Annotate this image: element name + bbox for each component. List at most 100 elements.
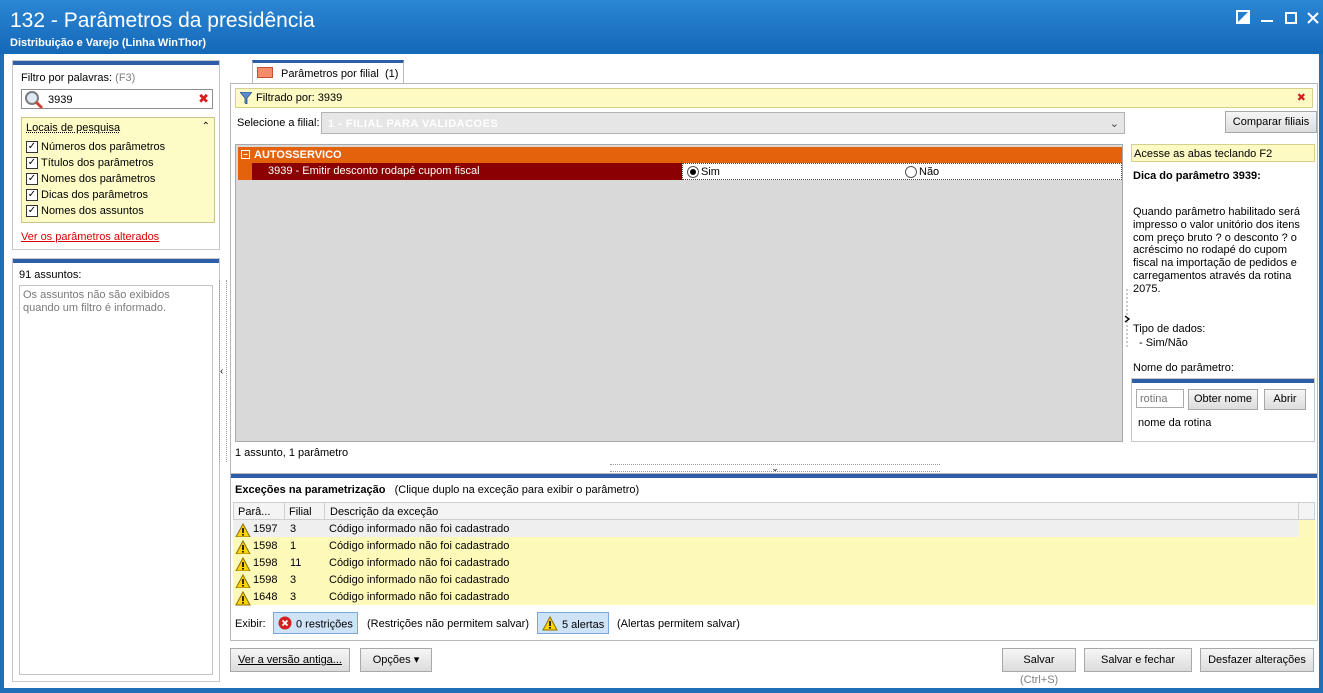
location-checkbox-item[interactable]: ✓ Números dos parâmetros xyxy=(26,140,165,154)
search-box[interactable]: ✖ xyxy=(21,89,213,109)
filial-label: Selecione a filial: xyxy=(237,117,320,129)
data-type: Tipo de dados: - Sim/Não xyxy=(1133,322,1205,350)
collapse-up-icon[interactable]: ⌃ xyxy=(202,121,210,132)
filter-panel: Filtro por palavras: (F3) ✖ Locais de pe… xyxy=(12,60,220,250)
horizontal-splitter[interactable]: ⌄ xyxy=(610,464,940,472)
warning-icon xyxy=(235,557,251,572)
search-locations-box: Locais de pesquisa ⌃ ✓ Números dos parâm… xyxy=(21,117,215,223)
close-icon[interactable] xyxy=(1302,10,1323,28)
checkbox[interactable]: ✓ xyxy=(26,189,38,201)
subjects-panel: 91 assuntos: Os assuntos não são exibido… xyxy=(12,258,220,682)
checkbox[interactable]: ✓ xyxy=(26,157,38,169)
filtered-by-bar: Filtrado por: 3939 ✖ xyxy=(235,88,1313,108)
table-row[interactable]: 1597 3 Código informado não foi cadastra… xyxy=(233,520,1299,537)
location-checkbox-item[interactable]: ✓ Títulos dos parâmetros xyxy=(26,156,154,170)
cell-filial: 11 xyxy=(290,557,301,569)
filtered-by-text: Filtrado por: 3939 xyxy=(256,92,342,104)
table-row[interactable]: 1598 11 Código informado não foi cadastr… xyxy=(233,554,1299,571)
table-scroll-area xyxy=(1299,520,1315,605)
count-line: 1 assunto, 1 parâmetro xyxy=(235,447,348,459)
chevron-down-icon: ⌄ xyxy=(771,463,779,473)
search-icon xyxy=(24,90,42,108)
radio-no[interactable] xyxy=(905,166,917,178)
tab-label: Parâmetros por filial (1) xyxy=(281,68,398,80)
param-options: Sim Não xyxy=(682,163,1122,180)
warning-icon xyxy=(235,540,251,555)
compare-branches-button[interactable]: Comparar filiais xyxy=(1225,111,1317,133)
exceptions-title: Exceções na parametrização (Clique duplo… xyxy=(235,484,639,496)
restore-icon[interactable] xyxy=(1232,10,1254,28)
open-button[interactable]: Abrir xyxy=(1264,389,1306,410)
cell-param: 1648 xyxy=(253,591,277,603)
chevron-left-icon[interactable]: ‹ xyxy=(220,366,223,377)
tab-params-by-branch[interactable]: Parâmetros por filial (1) xyxy=(252,60,404,84)
radio-no-label: Não xyxy=(919,166,939,178)
warning-icon xyxy=(235,523,251,538)
column-header[interactable]: Filial xyxy=(289,506,312,518)
maximize-icon[interactable] xyxy=(1280,10,1302,28)
error-icon xyxy=(278,616,292,633)
old-version-button[interactable]: Ver a versão antiga... xyxy=(230,648,350,672)
restrictions-note: (Restrições não permitem salvar) xyxy=(367,618,529,630)
warning-icon xyxy=(235,591,251,606)
cell-filial: 3 xyxy=(290,574,296,586)
group-header[interactable]: − AUTOSSERVICO xyxy=(238,147,1122,163)
options-button[interactable]: Opções ▾ xyxy=(360,648,432,672)
window-title: 132 - Parâmetros da presidência xyxy=(10,9,315,33)
param-row[interactable]: 3939 - Emitir desconto rodapé cupom fisc… xyxy=(238,163,1122,180)
table-row[interactable]: 1648 3 Código informado não foi cadastra… xyxy=(233,588,1299,605)
get-name-button[interactable]: Obter nome xyxy=(1188,389,1258,410)
hint-panel: Acesse as abas teclando F2 Dica do parâm… xyxy=(1131,144,1315,442)
data-type-label: Tipo de dados: xyxy=(1133,322,1205,336)
title-bar: 132 - Parâmetros da presidência Distribu… xyxy=(0,0,1323,54)
alerts-toggle-button[interactable]: 5 alertas xyxy=(537,612,609,634)
table-row[interactable]: 1598 3 Código informado não foi cadastra… xyxy=(233,571,1299,588)
table-header: Parâ... Filial Descrição da exceção xyxy=(233,502,1315,520)
restrictions-toggle-button[interactable]: 0 restrições xyxy=(273,612,358,634)
location-label: Nomes dos assuntos xyxy=(41,205,144,217)
row-handle xyxy=(238,163,252,180)
save-and-close-button[interactable]: Salvar e fechar xyxy=(1084,648,1192,672)
checkbox[interactable]: ✓ xyxy=(26,141,38,153)
restrictions-label: 0 restrições xyxy=(296,618,353,630)
cell-filial: 3 xyxy=(290,591,296,603)
cell-filial: 3 xyxy=(290,523,296,535)
param-name: 3939 - Emitir desconto rodapé cupom fisc… xyxy=(252,163,682,180)
location-checkbox-item[interactable]: ✓ Dicas dos parâmetros xyxy=(26,188,148,202)
filial-select[interactable]: 1 - FILIAL PARA VALIDACOES ⌄ xyxy=(321,112,1125,134)
hint-title: Dica do parâmetro 3939: xyxy=(1133,170,1261,182)
cell-desc: Código informado não foi cadastrado xyxy=(329,557,509,569)
checkbox[interactable]: ✓ xyxy=(26,173,38,185)
column-header[interactable]: Descrição da exceção xyxy=(330,506,438,518)
dropdown-arrow-icon: ▾ xyxy=(414,654,420,666)
alerts-note: (Alertas permitem salvar) xyxy=(617,618,740,630)
cell-desc: Código informado não foi cadastrado xyxy=(329,540,509,552)
location-label: Nomes dos parâmetros xyxy=(41,173,155,185)
param-name-label: Nome do parâmetro: xyxy=(1133,362,1234,374)
clear-filter-icon[interactable]: ✖ xyxy=(198,91,209,107)
radio-yes-label: Sim xyxy=(701,166,720,178)
minimize-icon[interactable] xyxy=(1256,10,1278,28)
save-button[interactable]: Salvar xyxy=(1002,648,1076,672)
column-header[interactable]: Parâ... xyxy=(238,506,270,518)
location-checkbox-item[interactable]: ✓ Nomes dos assuntos xyxy=(26,204,144,218)
radio-yes[interactable] xyxy=(687,166,699,178)
hint-text: Quando parâmetro habilitado será impress… xyxy=(1133,206,1315,296)
remove-filter-icon[interactable]: ✖ xyxy=(1297,91,1306,104)
search-input[interactable] xyxy=(48,92,188,107)
filter-hotkey: (F3) xyxy=(115,72,135,84)
changed-params-link[interactable]: Ver os parâmetros alterados xyxy=(21,231,159,243)
chevron-right-icon[interactable] xyxy=(1123,289,1131,349)
search-locations-title[interactable]: Locais de pesquisa xyxy=(26,122,120,134)
routine-input[interactable] xyxy=(1136,389,1184,408)
collapse-group-icon[interactable]: − xyxy=(241,150,250,159)
table-row[interactable]: 1598 1 Código informado não foi cadastra… xyxy=(233,537,1299,554)
checkbox[interactable]: ✓ xyxy=(26,205,38,217)
subjects-list[interactable]: Os assuntos não são exibidos quando um f… xyxy=(19,285,213,675)
chevron-down-icon: ⌄ xyxy=(1110,117,1119,130)
location-label: Títulos dos parâmetros xyxy=(41,157,154,169)
cell-desc: Código informado não foi cadastrado xyxy=(329,591,509,603)
group-title: AUTOSSERVICO xyxy=(254,149,342,161)
location-checkbox-item[interactable]: ✓ Nomes dos parâmetros xyxy=(26,172,155,186)
undo-changes-button[interactable]: Desfazer alterações xyxy=(1200,648,1314,672)
